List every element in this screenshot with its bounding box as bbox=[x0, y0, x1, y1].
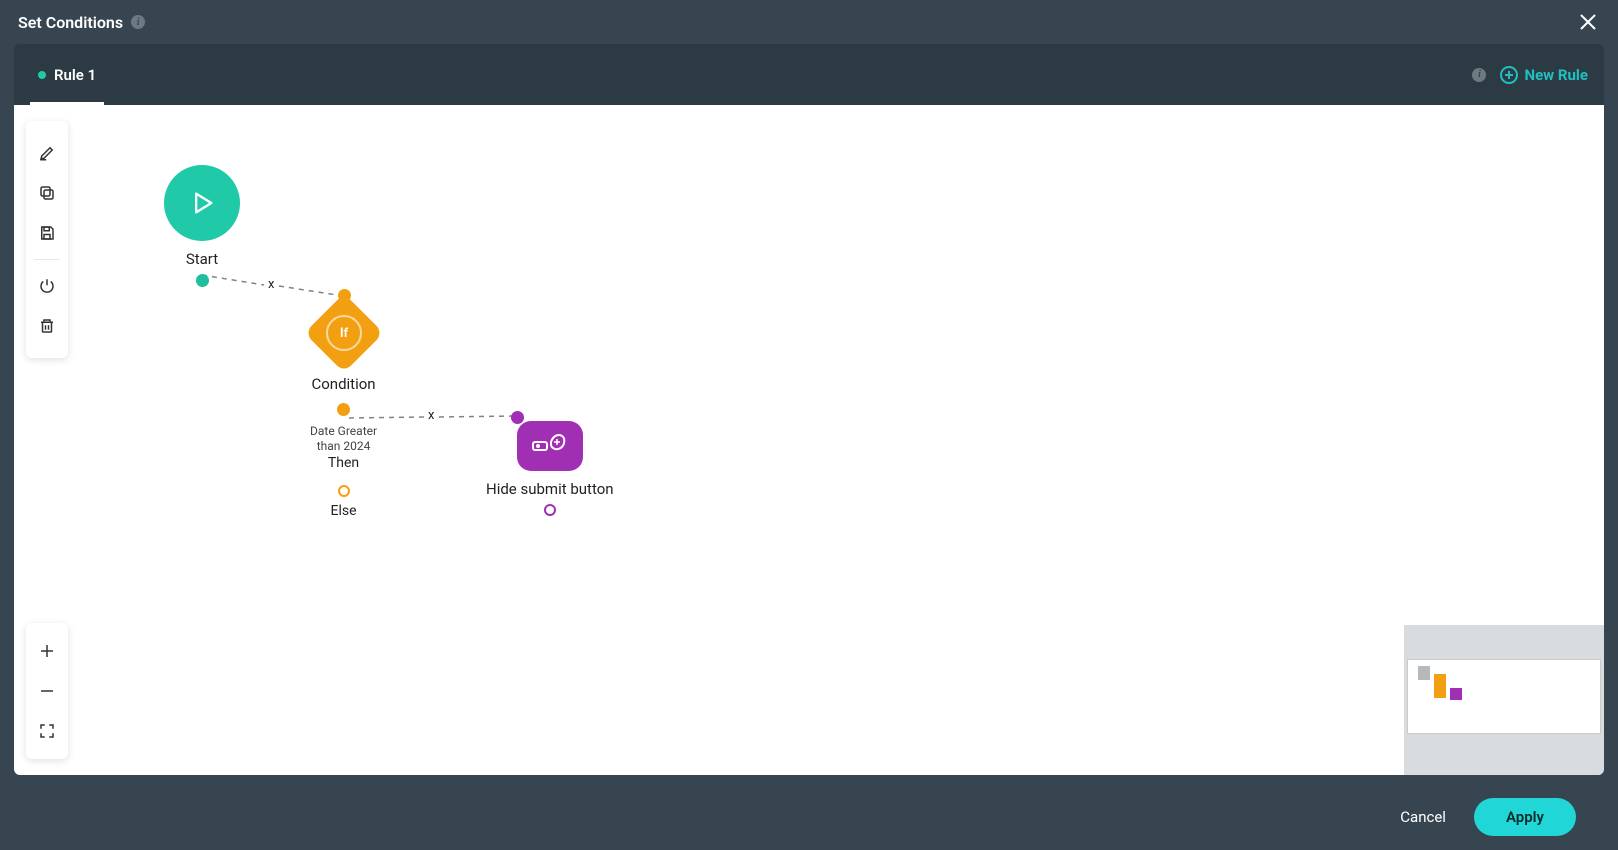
minimap-node bbox=[1434, 674, 1446, 698]
minimap[interactable] bbox=[1404, 625, 1604, 775]
tab-rule-1[interactable]: Rule 1 bbox=[30, 44, 104, 105]
minimap-node bbox=[1450, 688, 1462, 700]
play-icon bbox=[188, 189, 216, 217]
modal-title: Set Conditions bbox=[18, 13, 123, 32]
then-label: Then bbox=[328, 455, 359, 471]
start-node[interactable]: Start bbox=[164, 165, 240, 287]
modal-footer: Cancel Apply bbox=[0, 784, 1618, 850]
port-out[interactable] bbox=[544, 504, 556, 516]
status-dot-icon bbox=[38, 71, 46, 79]
condition-diamond[interactable]: If bbox=[304, 293, 383, 372]
condition-subtext-2: than 2024 bbox=[317, 439, 371, 454]
else-label: Else bbox=[331, 503, 357, 519]
action-rect[interactable] bbox=[517, 421, 583, 471]
new-rule-button[interactable]: New Rule bbox=[1500, 66, 1588, 84]
action-node[interactable]: Hide submit button bbox=[486, 421, 614, 516]
close-button[interactable] bbox=[1576, 10, 1600, 34]
flow-layer: x x Start If Condition Date Greater than… bbox=[14, 105, 1604, 775]
port-then[interactable] bbox=[337, 403, 350, 416]
condition-subtext: Date Greater bbox=[310, 424, 377, 439]
action-icon bbox=[530, 431, 570, 461]
tab-label: Rule 1 bbox=[54, 66, 96, 84]
canvas[interactable]: x x Start If Condition Date Greater than… bbox=[14, 105, 1604, 775]
start-label: Start bbox=[186, 250, 218, 268]
minimap-node bbox=[1418, 666, 1430, 680]
new-rule-label: New Rule bbox=[1524, 66, 1588, 84]
if-badge: If bbox=[326, 315, 362, 351]
cancel-button[interactable]: Cancel bbox=[1400, 808, 1446, 826]
condition-label: Condition bbox=[311, 375, 375, 393]
action-label: Hide submit button bbox=[486, 480, 614, 498]
info-icon[interactable]: i bbox=[1472, 68, 1486, 82]
start-circle[interactable] bbox=[164, 165, 240, 241]
modal-header: Set Conditions i bbox=[0, 0, 1618, 44]
apply-button[interactable]: Apply bbox=[1474, 798, 1576, 836]
delete-edge[interactable]: x bbox=[428, 408, 434, 423]
plus-circle-icon bbox=[1500, 66, 1518, 84]
port-else[interactable] bbox=[338, 485, 350, 497]
condition-node[interactable]: If Condition Date Greater than 2024 Then… bbox=[310, 305, 377, 519]
delete-edge[interactable]: x bbox=[268, 277, 274, 292]
edges bbox=[14, 105, 1604, 775]
port-out[interactable] bbox=[196, 274, 209, 287]
minimap-viewport[interactable] bbox=[1407, 659, 1601, 734]
info-icon[interactable]: i bbox=[131, 15, 145, 29]
tabs-bar: Rule 1 i New Rule bbox=[14, 44, 1604, 105]
